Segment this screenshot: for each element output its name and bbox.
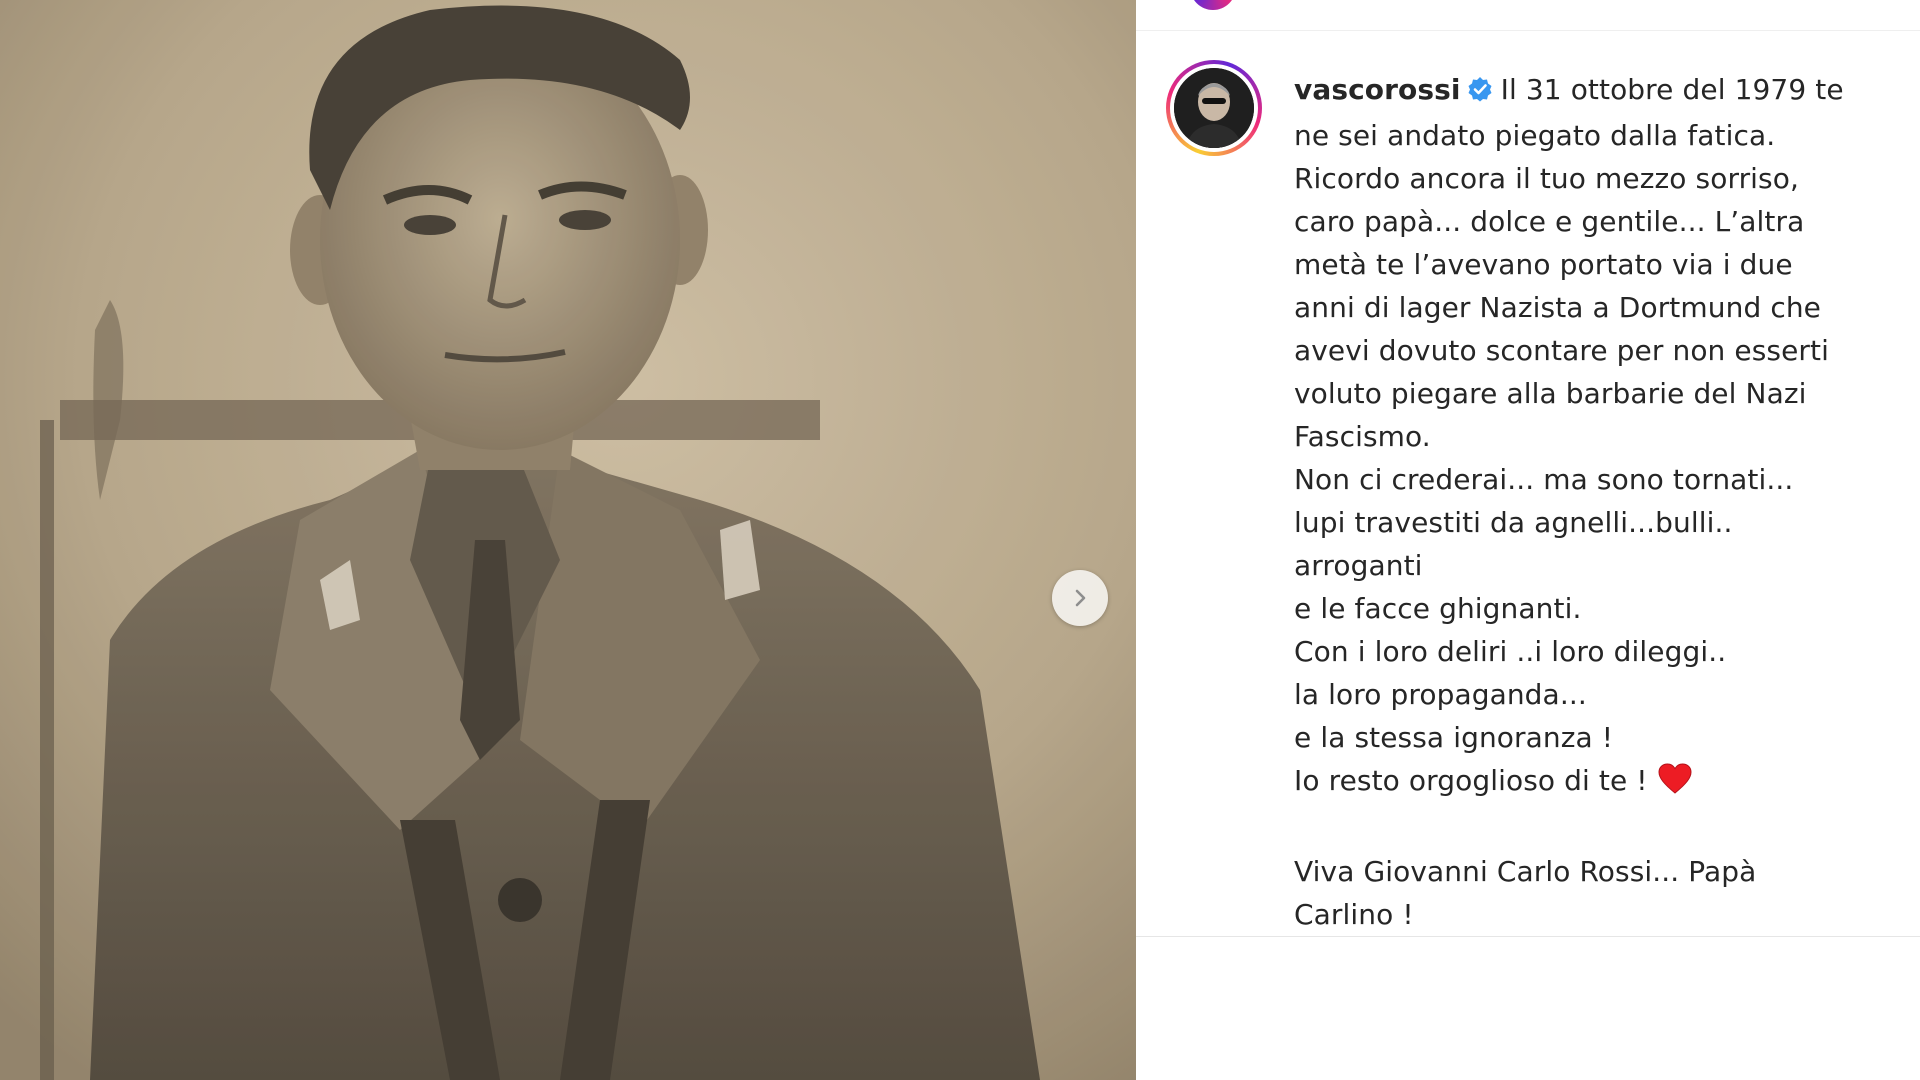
header-avatar[interactable] bbox=[1190, 0, 1236, 10]
next-photo-button[interactable] bbox=[1052, 570, 1108, 626]
caption-line-16: Io resto orgoglioso di te ! bbox=[1294, 759, 1894, 807]
post-photo[interactable] bbox=[0, 0, 1136, 1080]
caption-line-0: vascorossi Il 31 ottobre del 1979 te bbox=[1294, 68, 1894, 114]
caption-line-12: e le facce ghignanti. bbox=[1294, 592, 1582, 625]
post-header-strip bbox=[1136, 0, 1920, 31]
caption-line-1: ne sei andato piegato dalla fatica. bbox=[1294, 119, 1776, 152]
profile-photo-icon bbox=[1174, 68, 1254, 148]
caption-line-14: la loro propaganda... bbox=[1294, 678, 1587, 711]
caption-text: Io resto orgoglioso di te ! bbox=[1294, 764, 1648, 797]
caption-comment: vascorossi Il 31 ottobre del 1979 te ne s… bbox=[1136, 30, 1920, 937]
username-link[interactable]: vascorossi bbox=[1294, 73, 1461, 106]
caption-line-6: avevi dovuto scontare per non esserti bbox=[1294, 334, 1829, 367]
chevron-right-icon bbox=[1075, 589, 1086, 607]
caption-line-2: Ricordo ancora il tuo mezzo sorriso, bbox=[1294, 162, 1799, 195]
vintage-sepia-photo bbox=[0, 0, 1136, 1080]
caption-text: Il 31 ottobre del 1979 te bbox=[1500, 73, 1844, 106]
caption-line-7: voluto piegare alla barbarie del Nazi bbox=[1294, 377, 1807, 410]
post-sidebar: vascorossi Il 31 ottobre del 1979 te ne s… bbox=[1136, 0, 1920, 1080]
avatar[interactable] bbox=[1166, 60, 1262, 156]
caption-line-11: arroganti bbox=[1294, 549, 1423, 582]
caption-line-8: Fascismo. bbox=[1294, 420, 1431, 453]
verified-badge-icon bbox=[1467, 71, 1493, 114]
caption-line-19: Carlino ! bbox=[1294, 898, 1414, 931]
caption-line-13: Con i loro deliri ..i loro dileggi.. bbox=[1294, 635, 1727, 668]
red-heart-icon bbox=[1658, 763, 1692, 807]
post-caption: vascorossi Il 31 ottobre del 1979 te ne s… bbox=[1294, 68, 1894, 936]
caption-line-18: Viva Giovanni Carlo Rossi... Papà bbox=[1294, 855, 1757, 888]
caption-line-10: lupi travestiti da agnelli...bulli.. bbox=[1294, 506, 1733, 539]
caption-line-5: anni di lager Nazista a Dortmund che bbox=[1294, 291, 1821, 324]
caption-line-9: Non ci crederai... ma sono tornati... bbox=[1294, 463, 1794, 496]
caption-line-15: e la stessa ignoranza ! bbox=[1294, 721, 1614, 754]
avatar-image bbox=[1174, 68, 1254, 148]
avatar-border bbox=[1170, 64, 1258, 152]
caption-line-3: caro papà... dolce e gentile... L’altra bbox=[1294, 205, 1805, 238]
caption-line-4: metà te l’avevano portato via i due bbox=[1294, 248, 1793, 281]
